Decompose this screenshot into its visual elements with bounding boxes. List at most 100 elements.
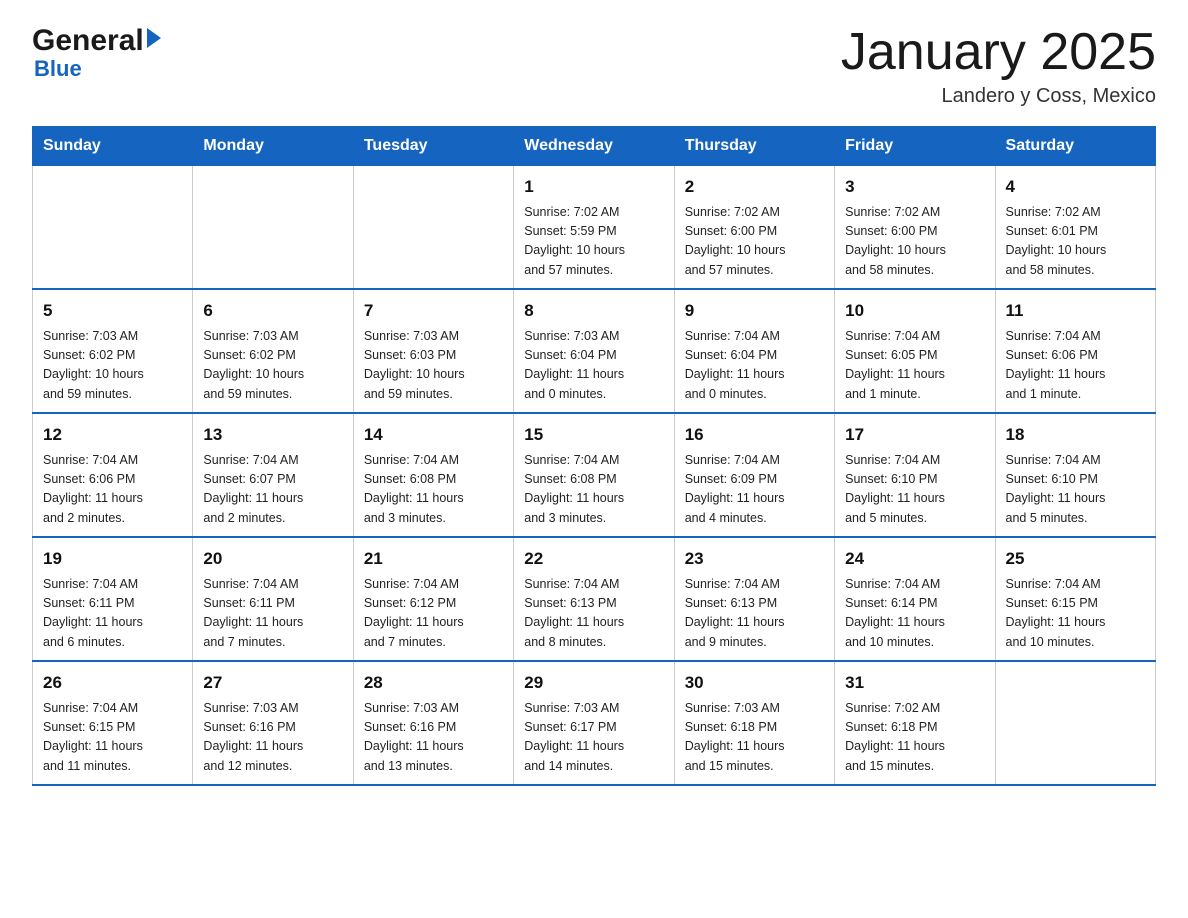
sun-info: Sunrise: 7:04 AM Sunset: 6:05 PM Dayligh…: [845, 327, 984, 405]
calendar-cell: 30 Sunrise: 7:03 AM Sunset: 6:18 PM Dayli…: [674, 661, 834, 785]
sun-info: Sunrise: 7:03 AM Sunset: 6:04 PM Dayligh…: [524, 327, 663, 405]
sun-info: Sunrise: 7:04 AM Sunset: 6:15 PM Dayligh…: [1006, 575, 1145, 653]
day-number: 11: [1006, 298, 1145, 324]
day-number: 2: [685, 174, 824, 200]
day-number: 10: [845, 298, 984, 324]
header-day-thursday: Thursday: [674, 127, 834, 166]
calendar-cell: 28Sunrise: 7:03 AM Sunset: 6:16 PM Dayli…: [353, 661, 513, 785]
sun-info: Sunrise: 7:04 AM Sunset: 6:10 PM Dayligh…: [1006, 451, 1145, 529]
sun-info: Sunrise: 7:02 AM Sunset: 6:00 PM Dayligh…: [685, 203, 824, 281]
day-number: 8: [524, 298, 663, 324]
day-number: 26: [43, 670, 182, 696]
day-number: 23: [685, 546, 824, 572]
sun-info: Sunrise: 7:04 AM Sunset: 6:06 PM Dayligh…: [1006, 327, 1145, 405]
sun-info: Sunrise: 7:02 AM Sunset: 6:01 PM Dayligh…: [1006, 203, 1145, 281]
day-number: 22: [524, 546, 663, 572]
day-number: 24: [845, 546, 984, 572]
calendar-cell: 12 Sunrise: 7:04 AM Sunset: 6:06 PM Dayli…: [33, 413, 193, 537]
calendar-cell: 19Sunrise: 7:04 AM Sunset: 6:11 PM Dayli…: [33, 537, 193, 661]
calendar-cell: 31Sunrise: 7:02 AM Sunset: 6:18 PM Dayli…: [835, 661, 995, 785]
week-row-1: 1 Sunrise: 7:02 AM Sunset: 5:59 PM Daylig…: [33, 166, 1156, 290]
day-number: 12: [43, 422, 182, 448]
sun-info: Sunrise: 7:03 AM Sunset: 6:03 PM Dayligh…: [364, 327, 503, 405]
calendar-cell: 24 Sunrise: 7:04 AM Sunset: 6:14 PM Dayli…: [835, 537, 995, 661]
calendar-cell: 17 Sunrise: 7:04 AM Sunset: 6:10 PM Dayli…: [835, 413, 995, 537]
calendar-header: SundayMondayTuesdayWednesdayThursdayFrid…: [33, 127, 1156, 166]
calendar-cell: 3 Sunrise: 7:02 AM Sunset: 6:00 PM Daylig…: [835, 166, 995, 290]
day-number: 13: [203, 422, 342, 448]
calendar-cell: 5 Sunrise: 7:03 AM Sunset: 6:02 PM Daylig…: [33, 289, 193, 413]
calendar-cell: 7 Sunrise: 7:03 AM Sunset: 6:03 PM Daylig…: [353, 289, 513, 413]
sun-info: Sunrise: 7:04 AM Sunset: 6:13 PM Dayligh…: [524, 575, 663, 653]
page-title: January 2025: [841, 24, 1156, 81]
calendar-cell: 20 Sunrise: 7:04 AM Sunset: 6:11 PM Dayli…: [193, 537, 353, 661]
day-number: 4: [1006, 174, 1145, 200]
week-row-3: 12 Sunrise: 7:04 AM Sunset: 6:06 PM Dayli…: [33, 413, 1156, 537]
calendar-cell: 9Sunrise: 7:04 AM Sunset: 6:04 PM Daylig…: [674, 289, 834, 413]
logo-general-text: General: [32, 24, 144, 58]
day-number: 27: [203, 670, 342, 696]
header-day-monday: Monday: [193, 127, 353, 166]
calendar-cell: 8 Sunrise: 7:03 AM Sunset: 6:04 PM Daylig…: [514, 289, 674, 413]
calendar-cell: 6 Sunrise: 7:03 AM Sunset: 6:02 PM Daylig…: [193, 289, 353, 413]
day-number: 6: [203, 298, 342, 324]
header-day-friday: Friday: [835, 127, 995, 166]
sun-info: Sunrise: 7:04 AM Sunset: 6:12 PM Dayligh…: [364, 575, 503, 653]
calendar-cell: 4 Sunrise: 7:02 AM Sunset: 6:01 PM Daylig…: [995, 166, 1155, 290]
calendar-cell: [995, 661, 1155, 785]
calendar-cell: 11 Sunrise: 7:04 AM Sunset: 6:06 PM Dayli…: [995, 289, 1155, 413]
calendar-cell: 22 Sunrise: 7:04 AM Sunset: 6:13 PM Dayli…: [514, 537, 674, 661]
day-number: 5: [43, 298, 182, 324]
day-number: 20: [203, 546, 342, 572]
calendar-cell: 26Sunrise: 7:04 AM Sunset: 6:15 PM Dayli…: [33, 661, 193, 785]
title-block: January 2025 Landero y Coss, Mexico: [841, 24, 1156, 108]
day-number: 30: [685, 670, 824, 696]
calendar-cell: 2 Sunrise: 7:02 AM Sunset: 6:00 PM Daylig…: [674, 166, 834, 290]
day-number: 3: [845, 174, 984, 200]
sun-info: Sunrise: 7:04 AM Sunset: 6:14 PM Dayligh…: [845, 575, 984, 653]
day-number: 25: [1006, 546, 1145, 572]
day-number: 29: [524, 670, 663, 696]
sun-info: Sunrise: 7:03 AM Sunset: 6:02 PM Dayligh…: [43, 327, 182, 405]
day-number: 16: [685, 422, 824, 448]
header-row: SundayMondayTuesdayWednesdayThursdayFrid…: [33, 127, 1156, 166]
logo: General Blue: [32, 24, 161, 82]
calendar-cell: 15Sunrise: 7:04 AM Sunset: 6:08 PM Dayli…: [514, 413, 674, 537]
sun-info: Sunrise: 7:03 AM Sunset: 6:18 PM Dayligh…: [685, 699, 824, 777]
day-number: 15: [524, 422, 663, 448]
calendar-cell: 10 Sunrise: 7:04 AM Sunset: 6:05 PM Dayli…: [835, 289, 995, 413]
sun-info: Sunrise: 7:02 AM Sunset: 5:59 PM Dayligh…: [524, 203, 663, 281]
logo-arrow-icon: [147, 28, 161, 48]
week-row-2: 5 Sunrise: 7:03 AM Sunset: 6:02 PM Daylig…: [33, 289, 1156, 413]
sun-info: Sunrise: 7:04 AM Sunset: 6:10 PM Dayligh…: [845, 451, 984, 529]
calendar-cell: 23 Sunrise: 7:04 AM Sunset: 6:13 PM Dayli…: [674, 537, 834, 661]
calendar-cell: 27Sunrise: 7:03 AM Sunset: 6:16 PM Dayli…: [193, 661, 353, 785]
day-number: 18: [1006, 422, 1145, 448]
day-number: 17: [845, 422, 984, 448]
calendar-cell: [193, 166, 353, 290]
week-row-5: 26Sunrise: 7:04 AM Sunset: 6:15 PM Dayli…: [33, 661, 1156, 785]
day-number: 7: [364, 298, 503, 324]
sun-info: Sunrise: 7:04 AM Sunset: 6:13 PM Dayligh…: [685, 575, 824, 653]
day-number: 21: [364, 546, 503, 572]
sun-info: Sunrise: 7:03 AM Sunset: 6:16 PM Dayligh…: [364, 699, 503, 777]
sun-info: Sunrise: 7:04 AM Sunset: 6:11 PM Dayligh…: [43, 575, 182, 653]
day-number: 31: [845, 670, 984, 696]
sun-info: Sunrise: 7:03 AM Sunset: 6:17 PM Dayligh…: [524, 699, 663, 777]
sun-info: Sunrise: 7:04 AM Sunset: 6:09 PM Dayligh…: [685, 451, 824, 529]
day-number: 9: [685, 298, 824, 324]
calendar-body: 1 Sunrise: 7:02 AM Sunset: 5:59 PM Daylig…: [33, 166, 1156, 786]
sun-info: Sunrise: 7:02 AM Sunset: 6:00 PM Dayligh…: [845, 203, 984, 281]
sun-info: Sunrise: 7:03 AM Sunset: 6:02 PM Dayligh…: [203, 327, 342, 405]
calendar-cell: [353, 166, 513, 290]
sun-info: Sunrise: 7:04 AM Sunset: 6:06 PM Dayligh…: [43, 451, 182, 529]
sun-info: Sunrise: 7:04 AM Sunset: 6:07 PM Dayligh…: [203, 451, 342, 529]
day-number: 1: [524, 174, 663, 200]
calendar-cell: 1 Sunrise: 7:02 AM Sunset: 5:59 PM Daylig…: [514, 166, 674, 290]
calendar-cell: 14Sunrise: 7:04 AM Sunset: 6:08 PM Dayli…: [353, 413, 513, 537]
header-day-sunday: Sunday: [33, 127, 193, 166]
calendar-cell: 16 Sunrise: 7:04 AM Sunset: 6:09 PM Dayli…: [674, 413, 834, 537]
page-subtitle: Landero y Coss, Mexico: [841, 85, 1156, 108]
calendar-cell: 25 Sunrise: 7:04 AM Sunset: 6:15 PM Dayli…: [995, 537, 1155, 661]
sun-info: Sunrise: 7:04 AM Sunset: 6:11 PM Dayligh…: [203, 575, 342, 653]
